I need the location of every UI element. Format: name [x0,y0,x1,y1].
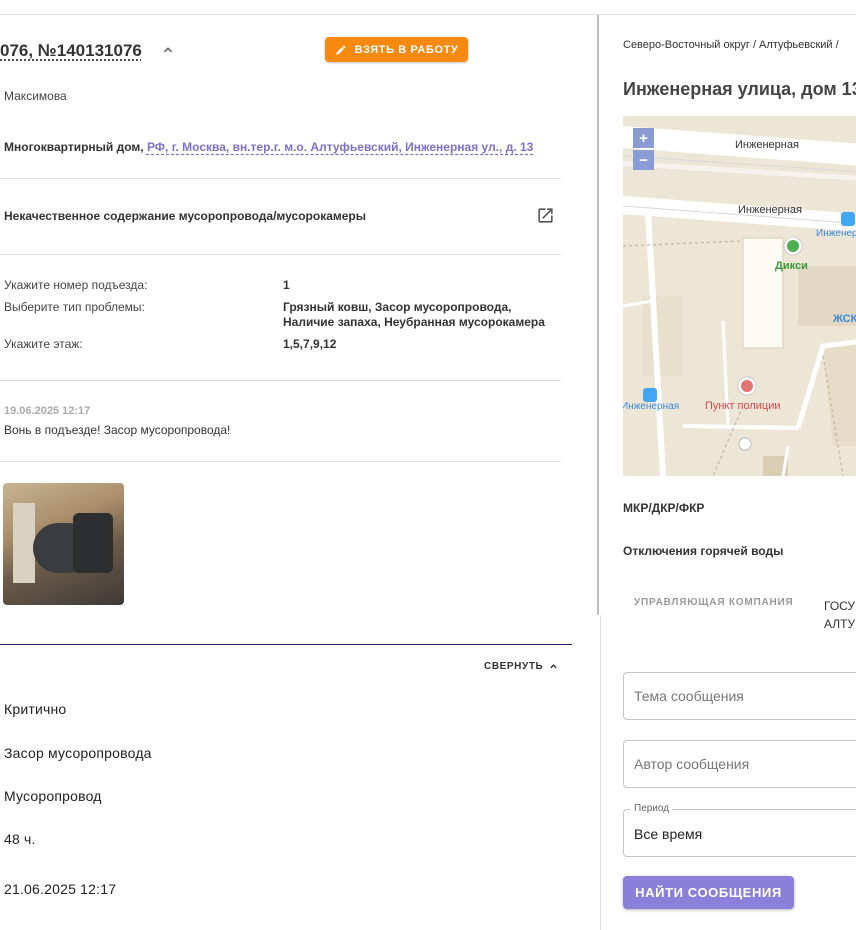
chevron-up-icon[interactable] [161,43,175,57]
divider [0,380,561,381]
field-label: Укажите этаж: [4,337,83,351]
comment-date: 19.06.2025 12:17 [4,405,91,417]
collapse-button[interactable]: СВЕРНУТЬ [484,661,559,672]
collapse-label: СВЕРНУТЬ [484,661,544,672]
property-value: Засор мусоропровода [4,745,152,761]
housing-type: Многоквартирный дом, [4,140,144,154]
map-street-label: Инженерная [735,139,799,151]
topic-placeholder: Тема сообщения [634,688,744,704]
take-to-work-label: ВЗЯТЬ В РАБОТУ [354,43,459,56]
housing-line: Многоквартирный дом, РФ, г. Москва, вн.т… [4,140,533,154]
map-street-label: Инженерная [738,204,802,216]
management-company-line: АЛТУ [824,617,856,631]
period-select[interactable]: Период Все время [623,803,856,857]
ticket-author: Максимова [4,89,67,103]
house-panel: Северо-Восточный округ / Алтуфьевский / … [601,15,856,930]
mkr-label: МКР/ДКР/ФКР [623,501,705,515]
attachment-photo[interactable] [3,483,124,605]
section-divider [0,644,572,645]
field-value: 1,5,7,9,12 [283,337,337,351]
management-company-value: ГОСУ АЛТУ [824,597,855,633]
field-label: Выберите тип проблемы: [4,300,145,314]
open-external-icon[interactable] [536,206,555,225]
map-building-label: ЖСК [833,313,856,325]
map-police-label: Пункт полиции [705,400,781,412]
map[interactable]: + − Инженерная Инженерная Инженер Дикси … [623,116,856,476]
zoom-in-button[interactable]: + [633,128,654,148]
divider [0,461,561,462]
period-value: Все время [634,826,703,842]
author-input[interactable]: Автор сообщения [623,740,856,788]
topic-input[interactable]: Тема сообщения [623,672,856,720]
map-shop-label: Дикси [775,260,808,272]
divider [0,254,561,255]
field-label: Укажите номер подъезда: [4,278,148,292]
property-value: Мусоропровод [4,788,102,804]
breadcrumb[interactable]: Северо-Восточный округ / Алтуфьевский / [623,39,839,51]
map-stop-label: Инженер [816,228,856,239]
hot-water-label: Отключения горячей воды [623,544,784,558]
chevron-up-icon [550,664,558,669]
field-value: 1 [283,278,290,292]
divider [0,178,561,179]
map-stop-label: Инженерная [623,401,680,412]
pencil-icon [336,44,346,54]
ticket-title[interactable]: 076, №140131076 [0,41,142,61]
ticket-panel: 076, №140131076 ВЗЯТЬ В РАБОТУ Максимова… [0,15,597,930]
property-value: Критично [4,701,67,717]
management-company-line: ГОСУ [824,599,856,613]
find-messages-button[interactable]: НАЙТИ СООБЩЕНИЯ [623,876,794,909]
period-label: Период [631,803,673,814]
field-value: Грязный ковш, Засор мусоропровода, Налич… [283,300,545,329]
zoom-out-button[interactable]: − [633,150,654,170]
panel-splitter[interactable] [597,15,599,615]
property-value: 21.06.2025 12:17 [4,881,117,897]
map-canvas [623,116,856,476]
management-company-label: УПРАВЛЯЮЩАЯ КОМПАНИЯ [634,597,794,608]
take-to-work-button[interactable]: ВЗЯТЬ В РАБОТУ [325,37,468,62]
address-link[interactable]: РФ, г. Москва, вн.тер.г. м.о. Алтуфьевск… [147,140,533,154]
author-placeholder: Автор сообщения [634,756,750,772]
house-title: Инженерная улица, дом 13 [623,79,856,99]
property-value: 48 ч. [4,831,36,847]
ticket-category: Некачественное содержание мусоропровода/… [4,209,366,223]
comment-text: Вонь в подъезде! Засор мусоропровода! [4,423,231,437]
